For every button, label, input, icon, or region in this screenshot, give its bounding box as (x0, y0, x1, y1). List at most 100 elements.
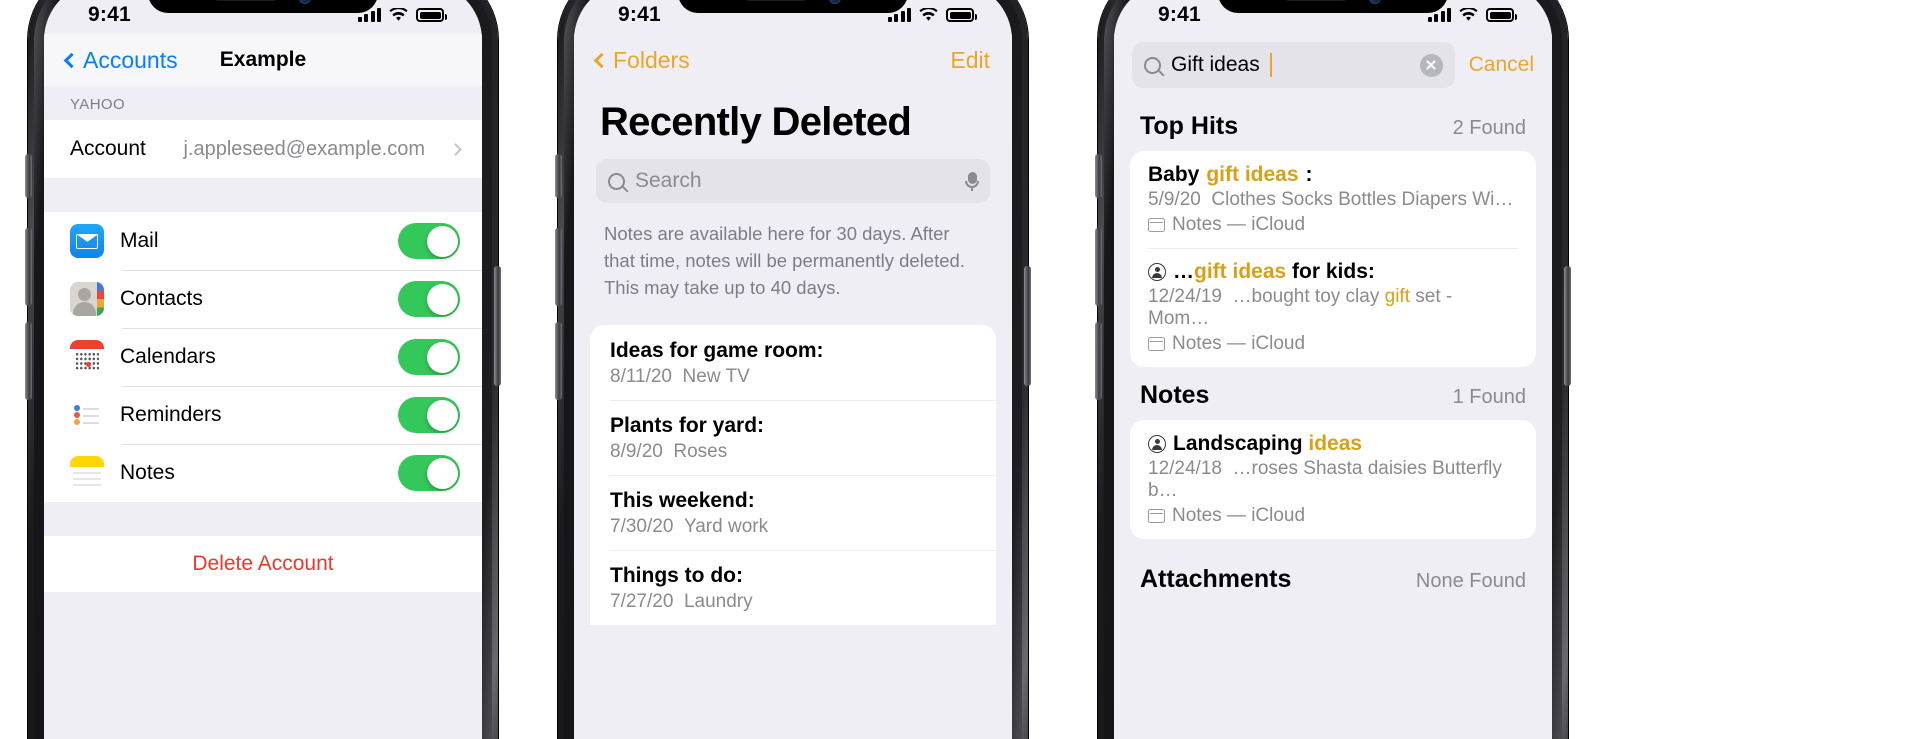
search-result-row[interactable]: Landscaping ideas 12/24/18 …roses Shasta… (1130, 420, 1536, 539)
section-header-notes: Notes 1 Found (1114, 367, 1552, 420)
volume-down-button[interactable] (1095, 322, 1102, 400)
list-item[interactable]: This weekend: 7/30/20 Yard work (590, 475, 996, 550)
service-label: Reminders (120, 403, 222, 426)
result-title-highlight: gift ideas (1206, 163, 1299, 186)
service-row-notes[interactable]: Notes (44, 444, 482, 502)
mute-switch[interactable] (25, 154, 32, 198)
status-indicators (1427, 7, 1517, 22)
earpiece-speaker-icon (215, 0, 277, 1)
note-snippet: New TV (682, 366, 750, 388)
status-clock: 9:41 (1158, 3, 1201, 26)
volume-up-button[interactable] (25, 228, 32, 306)
account-value: j.appleseed@example.com (183, 137, 425, 160)
search-result-row[interactable]: …gift ideas for kids: 12/24/19 …bought t… (1130, 248, 1536, 367)
power-button[interactable] (494, 266, 501, 386)
service-row-calendars[interactable]: Calendars (44, 328, 482, 386)
notes-toggle[interactable] (398, 455, 460, 491)
volume-up-button[interactable] (555, 228, 562, 306)
list-item[interactable]: Ideas for game room: 8/11/20 New TV (590, 325, 996, 400)
clear-search-button[interactable] (1419, 53, 1443, 77)
service-row-contacts[interactable]: Contacts (44, 270, 482, 328)
back-label: Folders (613, 46, 690, 73)
back-label: Accounts (83, 46, 178, 73)
search-result-row[interactable]: Baby gift ideas: 5/9/20 Clothes Socks Bo… (1130, 151, 1536, 248)
result-location-text: Notes — iCloud (1172, 505, 1306, 526)
note-subtitle: 8/11/20 New TV (610, 366, 976, 388)
search-input[interactable]: Search (596, 159, 990, 203)
earpiece-speaker-icon (1285, 0, 1347, 1)
account-row[interactable]: Account j.appleseed@example.com (44, 120, 482, 178)
section-title: Attachments (1140, 565, 1292, 593)
service-label: Calendars (120, 345, 216, 368)
mute-switch[interactable] (1095, 154, 1102, 198)
section-title: Top Hits (1140, 112, 1239, 140)
result-title-highlight: ideas (1308, 432, 1363, 455)
result-title: Landscaping ideas (1148, 432, 1518, 456)
power-button[interactable] (1564, 266, 1571, 386)
search-input[interactable]: Gift ideas (1132, 42, 1455, 88)
volume-down-button[interactable] (555, 322, 562, 400)
power-button[interactable] (1024, 266, 1031, 386)
locked-note-icon (1148, 263, 1166, 281)
service-row-mail[interactable]: Mail (44, 212, 482, 270)
list-item[interactable]: Plants for yard: 8/9/20 Roses (590, 400, 996, 475)
volume-up-button[interactable] (1095, 228, 1102, 306)
microphone-icon[interactable] (965, 172, 979, 191)
result-title: Baby gift ideas: (1148, 163, 1518, 187)
nav-bar-left: Accounts Example (44, 34, 482, 86)
section-gap (44, 178, 482, 212)
nav-bar-middle: Folders Edit (574, 34, 1012, 86)
result-title-prefix: Landscaping (1173, 432, 1309, 455)
group-header-yahoo: YAHOO (70, 96, 126, 113)
section-count: 1 Found (1452, 386, 1526, 408)
service-label: Notes (120, 461, 175, 484)
front-camera-icon (299, 0, 311, 4)
note-title: Things to do: (610, 564, 743, 588)
contacts-toggle[interactable] (398, 281, 460, 317)
settings-scroll-area[interactable]: YAHOO Account j.appleseed@example.com Ma… (44, 86, 482, 739)
note-snippet: Yard work (683, 516, 769, 538)
phone-left-settings: 9:41 Accounts Example YAHOO Account j.ap… (25, 0, 501, 739)
note-snippet: Laundry (683, 591, 753, 613)
phone-right-screen: 9:41 Gift ideas Cancel Top Hits 2 Found … (1114, 0, 1552, 739)
text-caret (1269, 53, 1272, 77)
note-subtitle: 7/30/20 Yard work (610, 516, 976, 538)
volume-down-button[interactable] (25, 322, 32, 400)
result-title-prefix: … (1173, 260, 1194, 283)
result-date: 12/24/19 (1148, 286, 1222, 307)
result-title-highlight: gift ideas (1194, 260, 1287, 283)
section-header-attachments: Attachments None Found (1114, 539, 1552, 604)
notes-results: Landscaping ideas 12/24/18 …roses Shasta… (1130, 420, 1536, 539)
result-title-prefix: Baby (1148, 163, 1200, 186)
section-header-top-hits: Top Hits 2 Found (1114, 98, 1552, 151)
top-hits-results: Baby gift ideas: 5/9/20 Clothes Socks Bo… (1130, 151, 1536, 367)
notes-scroll-area[interactable]: Recently Deleted Search Notes are availa… (574, 86, 1012, 739)
note-date: 8/9/20 (610, 441, 663, 463)
earpiece-speaker-icon (745, 0, 807, 1)
note-title: This weekend: (610, 489, 755, 513)
delete-account-button[interactable]: Delete Account (44, 536, 482, 592)
cancel-search-button[interactable]: Cancel (1469, 53, 1534, 77)
result-location: Notes — iCloud (1148, 505, 1518, 527)
mail-toggle[interactable] (398, 223, 460, 259)
note-date: 8/11/20 (610, 366, 672, 388)
search-scroll-area[interactable]: Gift ideas Cancel Top Hits 2 Found Baby … (1114, 34, 1552, 739)
reminders-toggle[interactable] (398, 397, 460, 433)
service-row-reminders[interactable]: Reminders (44, 386, 482, 444)
back-to-accounts-button[interactable]: Accounts (63, 46, 178, 74)
search-icon (608, 172, 625, 190)
result-location: Notes — iCloud (1148, 333, 1518, 355)
edit-button[interactable]: Edit (950, 47, 990, 74)
chevron-left-icon (593, 52, 610, 68)
front-camera-icon (1369, 0, 1381, 4)
calendars-toggle[interactable] (398, 339, 460, 375)
retention-notice: Notes are available here for 30 days. Af… (604, 223, 965, 298)
locked-note-icon (1148, 435, 1166, 453)
note-title: Plants for yard: (610, 414, 765, 438)
calendar-app-icon (70, 340, 104, 374)
note-title: Ideas for game room: (610, 339, 824, 363)
result-snippet: 12/24/19 …bought toy clay gift set - Mom… (1148, 286, 1518, 330)
mute-switch[interactable] (555, 154, 562, 198)
back-to-folders-button[interactable]: Folders (593, 46, 690, 74)
list-item[interactable]: Things to do: 7/27/20 Laundry (590, 550, 996, 625)
